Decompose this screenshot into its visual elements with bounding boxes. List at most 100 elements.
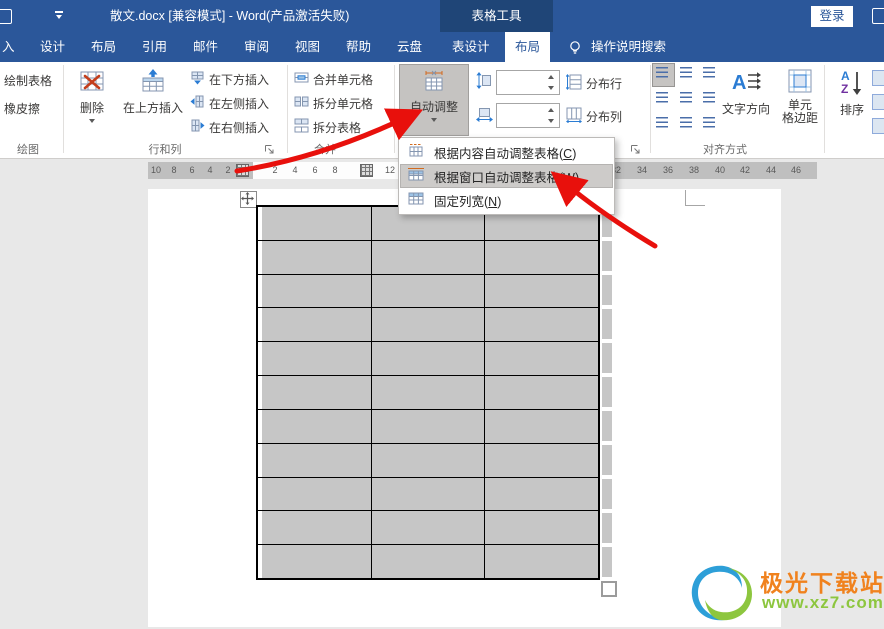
align-center-right-button[interactable] xyxy=(697,87,718,109)
table-cell[interactable] xyxy=(258,376,372,409)
alignment-grid xyxy=(653,64,719,134)
quick-access-icon-partial[interactable] xyxy=(0,9,12,24)
insert-below-icon xyxy=(190,70,205,88)
cell-size-dialog-launcher-icon[interactable] xyxy=(630,142,642,154)
tab-view[interactable]: 视图 xyxy=(295,32,320,62)
insert-above-button[interactable]: 在上方插入 xyxy=(120,64,186,136)
table-cell[interactable] xyxy=(258,444,372,477)
table-cell[interactable] xyxy=(485,275,598,308)
ruler-number: 34 xyxy=(637,162,647,179)
tell-me-search[interactable]: 操作说明搜索 xyxy=(591,32,666,62)
align-bottom-center-button[interactable] xyxy=(675,110,696,132)
table-cell[interactable] xyxy=(485,410,598,443)
sort-button[interactable]: AZ 排序 xyxy=(833,64,871,136)
qat-customize-chevron-icon[interactable] xyxy=(55,11,65,21)
menu-item-autofit-window[interactable]: 根据窗口自动调整表格(W) xyxy=(400,164,613,188)
table-cell[interactable] xyxy=(372,275,486,308)
table-cell[interactable] xyxy=(258,308,372,341)
table-cell[interactable] xyxy=(258,478,372,511)
table-cell[interactable] xyxy=(258,275,372,308)
tab-layout[interactable]: 布局 xyxy=(91,32,116,62)
table-resize-handle[interactable] xyxy=(601,581,617,597)
ruler-number: 10 xyxy=(151,162,161,179)
table-cell[interactable] xyxy=(258,207,372,240)
spin-up-icon[interactable] xyxy=(546,105,557,115)
table-cell[interactable] xyxy=(372,308,486,341)
ruler-column-marker[interactable] xyxy=(236,164,249,177)
menu-item-autofit-contents[interactable]: 根据内容自动调整表格(C) xyxy=(400,140,613,164)
align-center-button[interactable] xyxy=(675,87,696,109)
insert-left-button[interactable]: 在左侧插入 xyxy=(190,92,269,114)
distribute-rows-button[interactable]: 分布行 xyxy=(566,72,622,94)
column-width-spinner[interactable] xyxy=(496,103,560,128)
table-cell[interactable] xyxy=(258,545,372,578)
table-cell[interactable] xyxy=(485,241,598,274)
table-cell[interactable] xyxy=(372,478,486,511)
dropdown-chevron-icon xyxy=(431,117,438,124)
autofit-button[interactable]: 自动调整 xyxy=(399,64,469,136)
table-cell[interactable] xyxy=(372,545,486,578)
table-cell[interactable] xyxy=(372,376,486,409)
split-table-button[interactable]: 拆分表格 xyxy=(294,116,361,138)
align-top-right-button[interactable] xyxy=(697,64,718,86)
cell-margins-icon xyxy=(787,68,813,97)
row-height-spinner[interactable] xyxy=(496,70,560,95)
table-cell[interactable] xyxy=(372,444,486,477)
table-cell[interactable] xyxy=(485,376,598,409)
table-move-handle[interactable] xyxy=(240,191,257,208)
tab-design[interactable]: 设计 xyxy=(40,32,65,62)
table-cell[interactable] xyxy=(258,241,372,274)
table-cell[interactable] xyxy=(372,342,486,375)
insert-right-button[interactable]: 在右侧插入 xyxy=(190,116,269,138)
tab-insert-partial[interactable]: 入 xyxy=(2,32,15,62)
table-cell[interactable] xyxy=(485,342,598,375)
table-cell[interactable] xyxy=(372,410,486,443)
spin-down-icon[interactable] xyxy=(546,83,557,93)
table-cell[interactable] xyxy=(372,511,486,544)
menu-item-fixed-column-width[interactable]: 固定列宽(N) xyxy=(400,188,613,212)
tab-mailings[interactable]: 邮件 xyxy=(193,32,218,62)
eraser-button[interactable]: 橡皮擦 xyxy=(4,100,40,117)
table-cell[interactable] xyxy=(485,478,598,511)
split-cells-button[interactable]: 拆分单元格 xyxy=(294,92,373,114)
row-end-mark xyxy=(602,513,612,543)
table-cell[interactable] xyxy=(258,410,372,443)
cell-margins-button[interactable]: 单元 格边距 xyxy=(775,64,825,136)
row-end-mark xyxy=(602,343,612,373)
ribbon-display-options-icon[interactable] xyxy=(872,8,884,24)
tab-table-layout-active[interactable]: 布局 xyxy=(505,32,550,62)
login-button[interactable]: 登录 xyxy=(811,6,853,27)
table-cell[interactable] xyxy=(485,545,598,578)
clipped-icon[interactable] xyxy=(872,94,884,110)
row-height-input[interactable] xyxy=(499,72,547,93)
merge-cells-button[interactable]: 合并单元格 xyxy=(294,68,373,90)
table-cell[interactable] xyxy=(485,308,598,341)
tab-references[interactable]: 引用 xyxy=(142,32,167,62)
align-bottom-right-button[interactable] xyxy=(697,110,718,132)
table-cell[interactable] xyxy=(258,342,372,375)
draw-table-button[interactable]: 绘制表格 xyxy=(4,72,52,89)
table-cell[interactable] xyxy=(485,511,598,544)
clipped-icon[interactable] xyxy=(872,118,884,134)
table-cell[interactable] xyxy=(258,511,372,544)
spin-down-icon[interactable] xyxy=(546,116,557,126)
align-center-left-button[interactable] xyxy=(653,87,674,109)
table-cell[interactable] xyxy=(485,444,598,477)
delete-button[interactable]: 删除 xyxy=(66,64,118,136)
tab-help[interactable]: 帮助 xyxy=(346,32,371,62)
spin-up-icon[interactable] xyxy=(546,72,557,82)
tab-table-design[interactable]: 表设计 xyxy=(452,32,490,62)
align-bottom-left-button[interactable] xyxy=(653,110,674,132)
insert-below-button[interactable]: 在下方插入 xyxy=(190,68,269,90)
align-top-left-button[interactable] xyxy=(653,64,674,86)
table-cell[interactable] xyxy=(372,241,486,274)
clipped-icon[interactable] xyxy=(872,70,884,86)
ruler-column-marker[interactable] xyxy=(360,164,373,177)
tab-review[interactable]: 审阅 xyxy=(244,32,269,62)
rows-cols-dialog-launcher-icon[interactable] xyxy=(264,142,276,154)
distribute-columns-button[interactable]: 分布列 xyxy=(566,105,622,127)
text-direction-button[interactable]: A 文字方向 xyxy=(719,64,773,136)
tab-cloud[interactable]: 云盘 xyxy=(397,32,422,62)
column-width-input[interactable] xyxy=(499,105,547,126)
align-top-center-button[interactable] xyxy=(675,64,696,86)
